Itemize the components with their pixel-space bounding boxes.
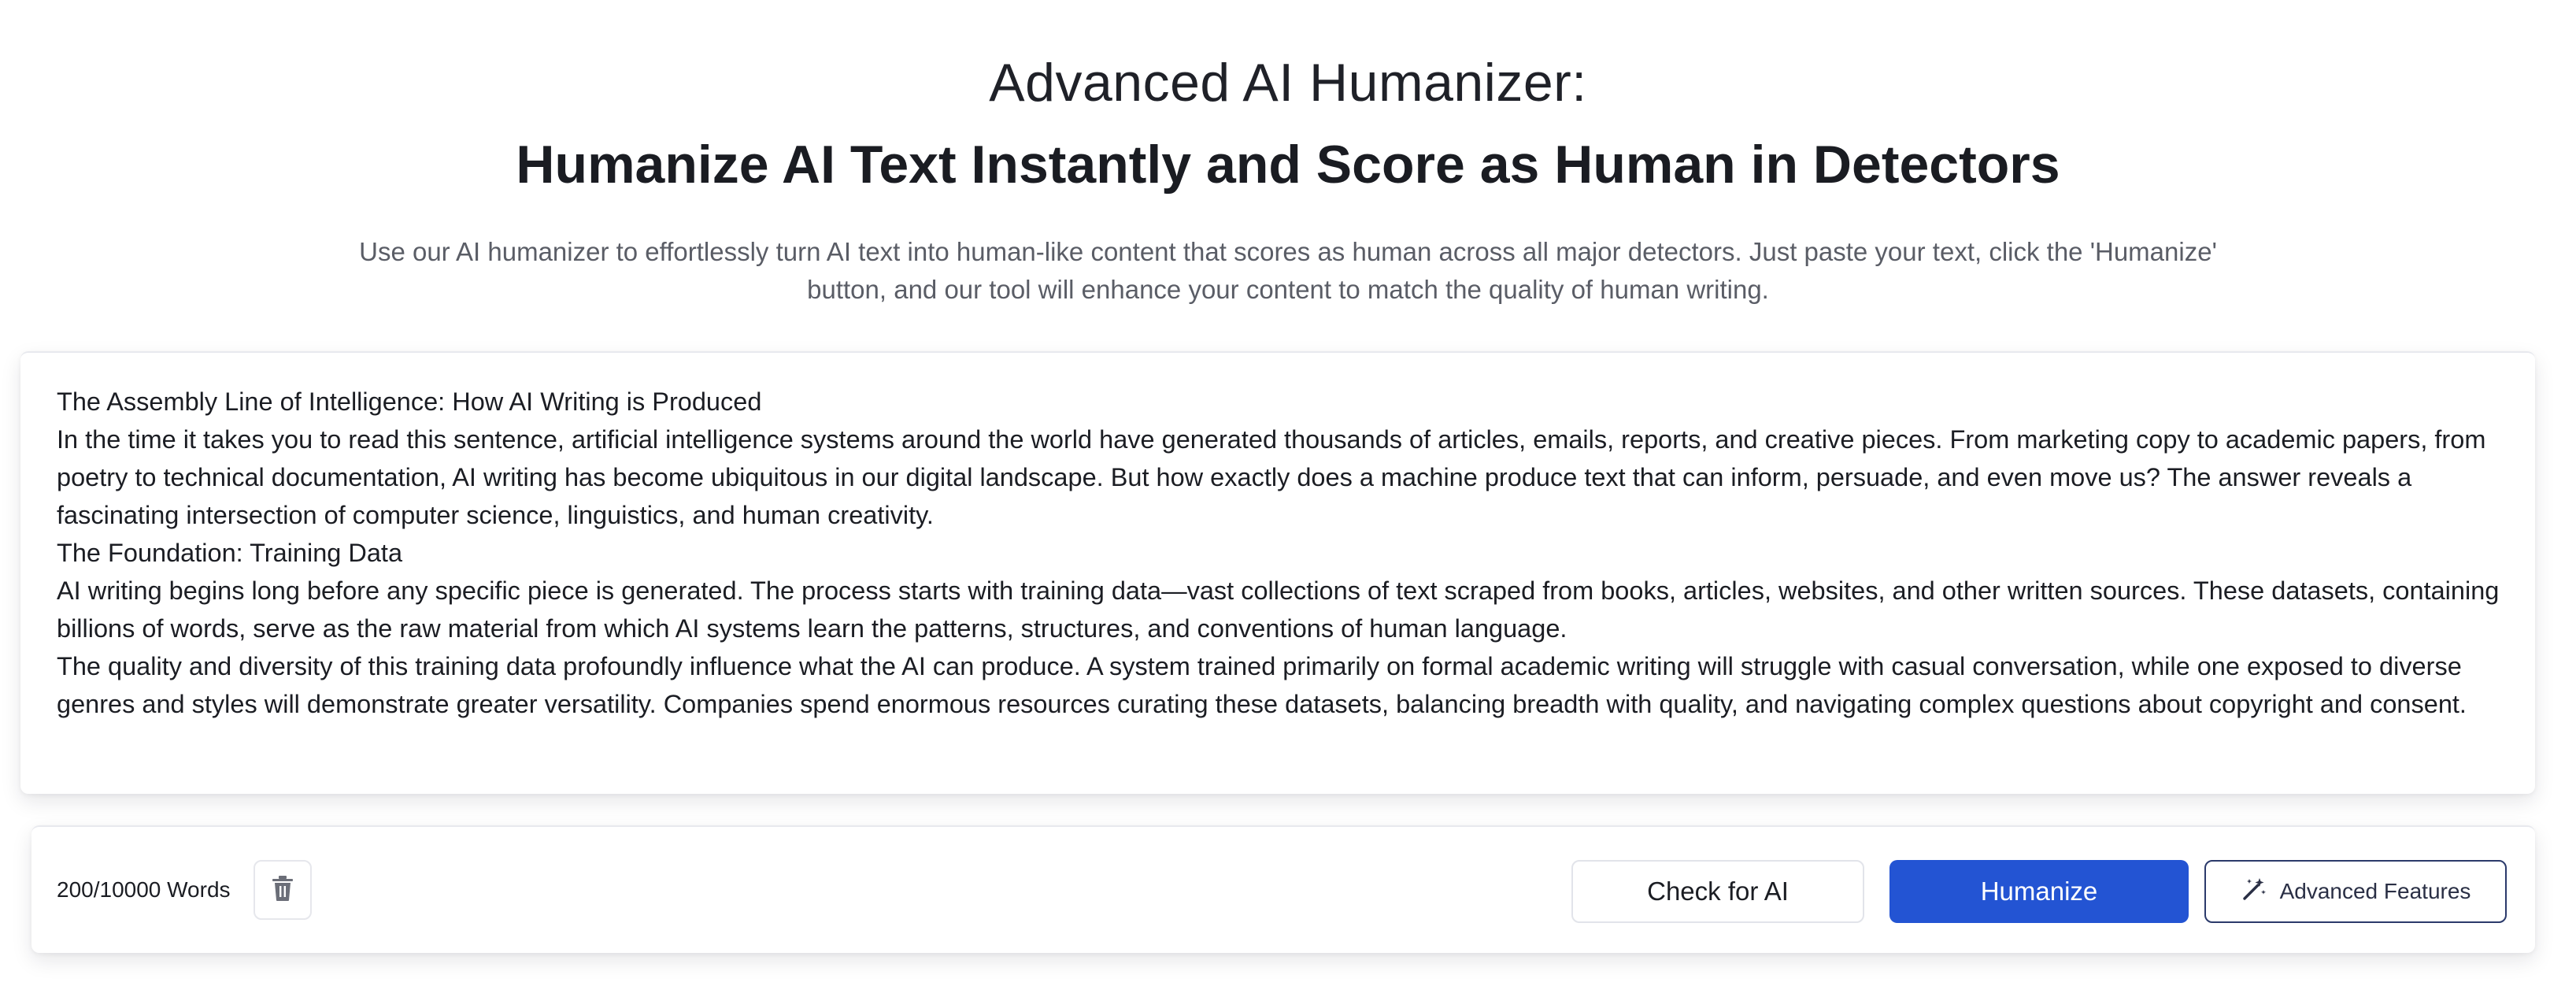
editor-paragraph: In the time it takes you to read this se…	[57, 425, 2486, 529]
clear-text-button[interactable]	[254, 860, 312, 920]
page-title-line2: Humanize AI Text Instantly and Score as …	[516, 135, 2060, 195]
trash-icon	[271, 875, 294, 906]
magic-wand-icon	[2241, 876, 2267, 908]
editor-paragraph: The quality and diversity of this traini…	[57, 652, 2467, 718]
action-toolbar: 200/10000 Words Check for AI Humanize Ad…	[31, 825, 2535, 953]
editor-paragraph: AI writing begins long before any specif…	[57, 576, 2500, 643]
page-description: Use our AI humanizer to effortlessly tur…	[359, 237, 2217, 304]
advanced-features-button[interactable]: Advanced Features	[2204, 860, 2507, 923]
check-for-ai-button[interactable]: Check for AI	[1571, 860, 1864, 923]
text-input-area[interactable]: The Assembly Line of Intelligence: How A…	[57, 383, 2505, 777]
editor-paragraph: The Assembly Line of Intelligence: How A…	[57, 387, 762, 416]
advanced-features-label: Advanced Features	[2279, 879, 2471, 903]
text-input-card: The Assembly Line of Intelligence: How A…	[20, 351, 2535, 794]
humanize-button[interactable]: Humanize	[1889, 860, 2189, 923]
word-count: 200/10000 Words	[57, 877, 231, 902]
editor-paragraph: The Foundation: Training Data	[57, 539, 403, 567]
humanizer-page: Advanced AI Humanizer: Humanize AI Text …	[0, 0, 2576, 986]
page-title-line1: Advanced AI Humanizer:	[989, 53, 1587, 113]
